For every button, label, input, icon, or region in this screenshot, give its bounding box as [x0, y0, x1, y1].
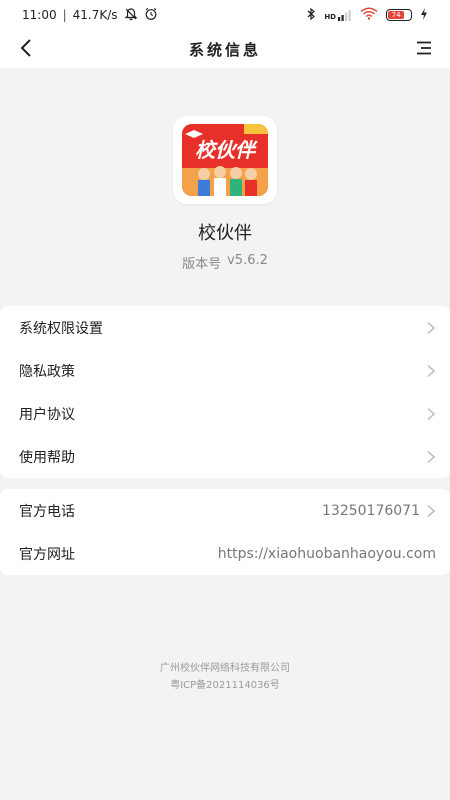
settings-list: 系统权限设置 隐私政策 用户协议 使用帮助 [0, 306, 450, 478]
battery-icon: 74 [386, 9, 412, 21]
phone-value-group: 13250176071 [322, 503, 436, 519]
list-item-label: 系统权限设置 [19, 320, 103, 337]
status-time: 11:00 [22, 8, 57, 22]
status-right: HD 74 [306, 7, 428, 24]
official-website-row[interactable]: 官方网址 https://xiaohuobanhaoyou.com [0, 532, 450, 575]
chevron-right-icon [426, 364, 436, 378]
app-logo-text: 校伙伴 [195, 138, 258, 162]
battery-level: 74 [391, 11, 401, 19]
list-item-label: 隐私政策 [19, 363, 75, 380]
page-title: 系统信息 [188, 40, 261, 59]
official-phone-row[interactable]: 官方电话 13250176071 [0, 489, 450, 532]
version-label: 版本号 [182, 257, 222, 272]
alarm-icon [144, 7, 158, 24]
app-info: 校伙伴 校伙伴 版本号 v5.6.2 [0, 116, 450, 272]
chevron-right-icon [426, 407, 436, 421]
battery-fill: 74 [388, 11, 405, 19]
menu-icon[interactable] [412, 36, 436, 60]
list-item-label: 用户协议 [19, 406, 75, 423]
contact-list: 官方电话 13250176071 官方网址 https://xiaohuoban… [0, 489, 450, 575]
hd-signal-icon: HD [324, 9, 352, 21]
app-logo-frame: 校伙伴 [173, 116, 277, 204]
app-version: 版本号 v5.6.2 [182, 253, 268, 272]
website-value: https://xiaohuobanhaoyou.com [217, 545, 436, 562]
version-value: v5.6.2 [227, 253, 268, 268]
chevron-right-icon [426, 321, 436, 335]
company-name: 广州校伙伴网络科技有限公司 [160, 663, 290, 674]
hd-label: HD [324, 13, 336, 21]
list-item-help[interactable]: 使用帮助 [0, 435, 450, 478]
app-name: 校伙伴 [198, 223, 252, 244]
status-separator: | [62, 8, 67, 22]
list-item-user-agreement[interactable]: 用户协议 [0, 392, 450, 435]
back-arrow-icon[interactable] [14, 36, 38, 60]
list-item-privacy-policy[interactable]: 隐私政策 [0, 349, 450, 392]
network-speed: 41.7K/s [72, 8, 118, 22]
status-bar: 11:00 | 41.7K/s HD 74 [0, 0, 450, 30]
phone-label: 官方电话 [19, 503, 75, 520]
nav-bar: 系统信息 [0, 30, 450, 68]
mute-bell-icon [124, 7, 138, 24]
bluetooth-icon [306, 7, 316, 24]
icp-number: 粤ICP备2021114036号 [170, 680, 280, 691]
status-left: 11:00 | 41.7K/s [22, 7, 158, 24]
phone-value: 13250176071 [322, 502, 420, 519]
app-logo-icon: 校伙伴 [182, 124, 268, 196]
list-item-permissions[interactable]: 系统权限设置 [0, 306, 450, 349]
footer: 广州校伙伴网络科技有限公司 粤ICP备2021114036号 [0, 660, 450, 694]
list-item-label: 使用帮助 [19, 449, 75, 466]
website-label: 官方网址 [19, 546, 75, 563]
chevron-right-icon [426, 504, 436, 518]
charging-icon [420, 7, 428, 23]
wifi-icon [360, 7, 378, 23]
chevron-right-icon [426, 450, 436, 464]
